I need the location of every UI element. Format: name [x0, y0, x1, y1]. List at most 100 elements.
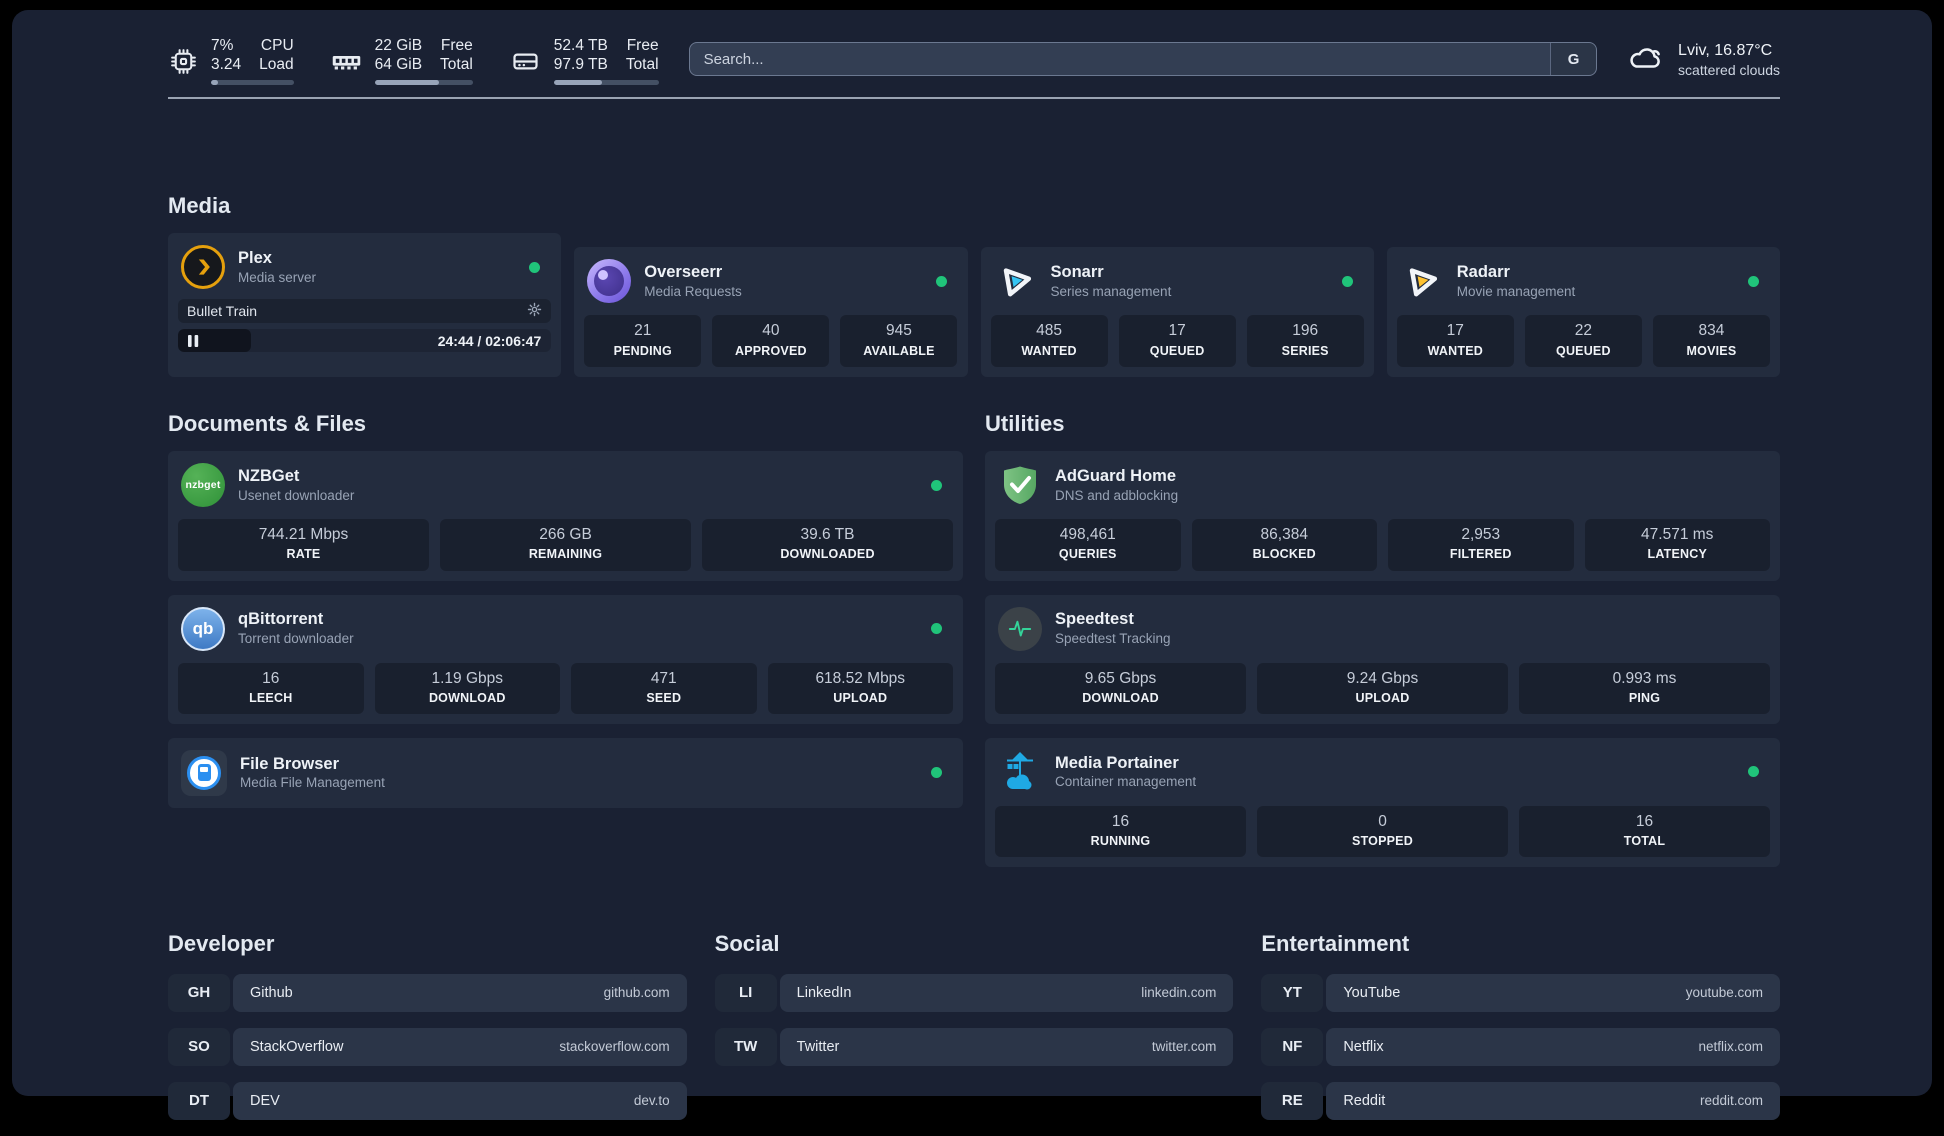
service-link-portainer[interactable]: Media Portainer Container management: [995, 748, 1770, 796]
stat-value: 618.52 Mbps: [815, 669, 906, 687]
stat-label: UPLOAD: [833, 690, 888, 705]
service-link-qbittorrent[interactable]: qb qBittorrent Torrent downloader: [178, 605, 953, 653]
section-title-utilities: Utilities: [985, 410, 1065, 436]
service-description: Media File Management: [240, 775, 385, 791]
service-link-speedtest[interactable]: Speedtest Speedtest Tracking: [995, 605, 1770, 653]
stat-box: 21 PENDING: [584, 315, 702, 367]
stat-value: 16: [262, 669, 280, 687]
bookmark-linkedin[interactable]: LI LinkedIn linkedin.com: [714, 973, 1234, 1012]
topbar-divider: [168, 97, 1780, 99]
service-card-radarr: Radarr Movie management 17 WANTED 22 QUE…: [1386, 247, 1780, 377]
service-link-radarr[interactable]: Radarr Movie management: [1397, 257, 1770, 305]
search-input[interactable]: [688, 42, 1598, 76]
bookmark-twitter[interactable]: TW Twitter twitter.com: [714, 1027, 1234, 1066]
stat-box: 86,384 BLOCKED: [1191, 519, 1377, 571]
bookmark-youtube[interactable]: YT YouTube youtube.com: [1261, 973, 1780, 1012]
stat-value: 485: [1036, 322, 1062, 340]
stat-label: AVAILABLE: [863, 343, 935, 358]
bookmark-github[interactable]: GH Github github.com: [168, 973, 687, 1012]
stat-label: RUNNING: [1090, 834, 1151, 849]
service-link-nzbget[interactable]: nzbget NZBGet Usenet downloader: [178, 461, 953, 509]
bookmark-stackoverflow[interactable]: SO StackOverflow stackoverflow.com: [168, 1027, 687, 1066]
memory-icon: [330, 45, 363, 78]
service-card-adguard: AdGuard Home DNS and adblocking 498,461 …: [985, 451, 1780, 581]
section-utilities: Utilities AdGuard Home DNS and adblockin…: [985, 377, 1780, 868]
plex-now-playing: Bullet Train: [178, 299, 552, 324]
stat-value: 17: [1168, 322, 1186, 340]
memory-total-label: Total: [440, 56, 473, 73]
service-description: Container management: [1055, 774, 1197, 790]
stat-box: 498,461 QUERIES: [995, 519, 1181, 571]
stat-value: 40: [762, 322, 780, 340]
service-description: Series management: [1050, 283, 1172, 299]
playback-time: 24:44 / 02:06:47: [437, 332, 542, 349]
memory-total-value: 64 GiB: [374, 56, 423, 73]
radarr-icon: [1400, 259, 1444, 303]
stat-label: STOPPED: [1352, 834, 1413, 849]
bookmark-abbr: LI: [714, 973, 777, 1012]
status-dot: [931, 767, 942, 779]
dashboard: 7% 3.24 CPU Load 22 GiB 64 GiB Free Tota…: [12, 10, 1932, 1120]
weather-condition: scattered clouds: [1678, 62, 1780, 79]
bookmarks-social: Social LI LinkedIn linkedin.com TW Twitt…: [714, 867, 1234, 1135]
bookmark-abbr: SO: [168, 1027, 230, 1066]
stat-value: 744.21 Mbps: [258, 526, 349, 544]
stat-label: FILTERED: [1449, 547, 1512, 562]
bookmark-abbr: DT: [168, 1081, 230, 1120]
stat-label: BLOCKED: [1252, 547, 1316, 562]
bookmark-abbr: GH: [168, 973, 230, 1012]
service-name: Sonarr: [1050, 263, 1104, 282]
bookmark-netflix[interactable]: NF Netflix netflix.com: [1261, 1027, 1780, 1066]
stat-label: QUEUED: [1149, 343, 1205, 358]
service-link-filebrowser[interactable]: File Browser Media File Management: [178, 748, 953, 798]
stat-label: REMAINING: [528, 547, 603, 562]
cpu-widget: 7% 3.24 CPU Load: [168, 37, 294, 85]
bookmark-abbr: YT: [1261, 973, 1324, 1012]
bookmark-name: Twitter: [796, 1038, 840, 1055]
service-name: Radarr: [1456, 263, 1510, 282]
service-link-overseerr[interactable]: Overseerr Media Requests: [584, 257, 957, 305]
bookmark-reddit[interactable]: RE Reddit reddit.com: [1261, 1081, 1780, 1120]
disk-total-value: 97.9 TB: [553, 56, 608, 73]
plex-icon: [181, 245, 225, 290]
disk-widget: 52.4 TB 97.9 TB Free Total: [509, 37, 659, 85]
bookmark-dev[interactable]: DT DEV dev.to: [168, 1081, 687, 1120]
stat-box: 22 QUEUED: [1524, 315, 1642, 367]
status-dot: [935, 275, 947, 287]
status-dot: [931, 479, 942, 491]
stat-value: 2,953: [1461, 526, 1501, 544]
stat-label: LATENCY: [1647, 547, 1707, 562]
top-bar: 7% 3.24 CPU Load 22 GiB 64 GiB Free Tota…: [168, 37, 1780, 85]
service-name: Speedtest: [1055, 610, 1134, 629]
memory-progress-bar: [374, 79, 473, 85]
service-description: Usenet downloader: [238, 487, 355, 503]
service-link-adguard[interactable]: AdGuard Home DNS and adblocking: [995, 461, 1770, 509]
stat-label: TOTAL: [1623, 834, 1666, 849]
bookmark-abbr: RE: [1261, 1081, 1324, 1120]
status-dot: [931, 623, 942, 635]
service-link-plex[interactable]: Plex Media server: [178, 243, 551, 291]
resource-monitors: 7% 3.24 CPU Load 22 GiB 64 GiB Free Tota…: [168, 37, 659, 85]
gear-icon[interactable]: [527, 302, 542, 320]
status-dot: [529, 261, 541, 273]
service-name: Media Portainer: [1055, 753, 1179, 772]
stat-label: PING: [1628, 690, 1661, 705]
service-description: Media Requests: [644, 283, 742, 299]
service-description: Torrent downloader: [238, 630, 354, 646]
qbittorrent-icon: qb: [181, 606, 225, 651]
disk-icon: [509, 45, 542, 78]
stat-box: 0 STOPPED: [1257, 805, 1508, 858]
service-card-qbittorrent: qb qBittorrent Torrent downloader 16 LEE…: [168, 594, 963, 724]
weather-location: Lviv, 16.87°C: [1678, 41, 1773, 59]
stat-label: WANTED: [1021, 343, 1077, 358]
disk-progress-bar: [553, 79, 659, 85]
nzbget-icon: nzbget: [181, 463, 225, 508]
search-provider-button[interactable]: G: [1550, 43, 1597, 75]
speedtest-icon: [998, 606, 1042, 651]
stat-value: 834: [1698, 322, 1725, 340]
stat-box: 16 TOTAL: [1519, 805, 1770, 858]
disk-total-label: Total: [625, 56, 659, 73]
service-link-sonarr[interactable]: Sonarr Series management: [991, 257, 1364, 305]
service-card-sonarr: Sonarr Series management 485 WANTED 17 Q…: [980, 247, 1374, 377]
sonarr-icon: [994, 259, 1038, 303]
